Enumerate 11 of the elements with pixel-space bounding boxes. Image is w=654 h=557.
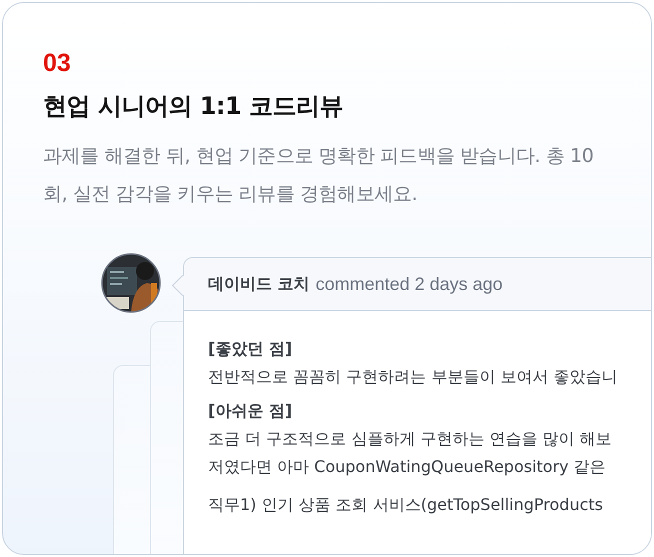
comment-text: 전반적으로 꼼꼼히 구현하려는 부분들이 보여서 좋았습니	[208, 366, 618, 388]
section-heading: [좋았던 점]	[208, 338, 292, 360]
section-heading: [아쉬운 점]	[208, 400, 292, 422]
card-description: 과제를 해결한 뒤, 현업 기준으로 명확한 피드백을 받습니다. 총 10회, 실전 감각을 키우는 리뷰를 경험해보세요.	[43, 144, 594, 207]
card-title: 현업 시니어의 1:1 코드리뷰	[43, 91, 344, 122]
comment-time: commented 2 days ago	[316, 274, 503, 294]
step-number: 03	[43, 48, 71, 79]
comment-text: 직무1) 인기 상품 조회 서비스(getTopSellingProducts	[208, 494, 603, 516]
comment-text: 저였다면 아마 CouponWatingQueueRepository 같은	[208, 456, 606, 478]
comment-text: 조금 더 구조적으로 심플하게 구현하는 연습을 많이 해보	[208, 428, 612, 450]
comment-author: 데이비드 코치	[208, 274, 310, 294]
